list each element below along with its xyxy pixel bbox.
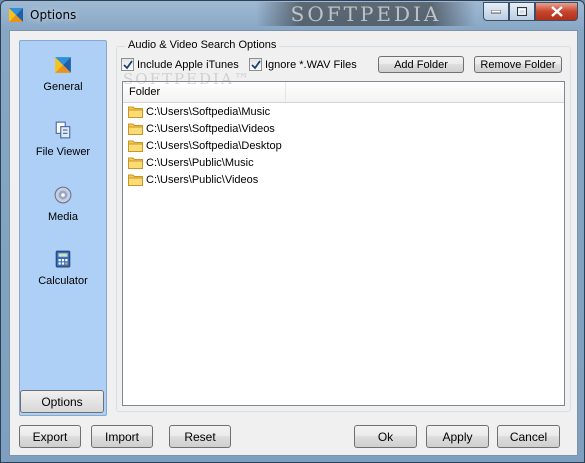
include-itunes-label: Include Apple iTunes bbox=[137, 58, 239, 71]
general-icon bbox=[55, 57, 71, 73]
checkmark-icon bbox=[123, 60, 133, 70]
folder-icon bbox=[128, 174, 143, 186]
add-folder-button[interactable]: Add Folder bbox=[378, 56, 464, 73]
client-area: General File Viewer Media Calculator Opt… bbox=[9, 30, 578, 456]
folder-icon bbox=[128, 123, 143, 135]
list-item[interactable]: C:\Users\Public\Music bbox=[123, 154, 564, 171]
list-item[interactable]: C:\Users\Softpedia\Videos bbox=[123, 120, 564, 137]
maximize-button[interactable] bbox=[509, 2, 535, 21]
apply-button[interactable]: Apply bbox=[426, 425, 489, 448]
maximize-icon bbox=[517, 7, 527, 16]
list-rows: C:\Users\Softpedia\Music C:\Users\Softped… bbox=[123, 103, 564, 188]
close-icon bbox=[550, 6, 563, 17]
file-viewer-icon bbox=[55, 121, 71, 139]
ok-button[interactable]: Ok bbox=[354, 425, 417, 448]
caption-buttons bbox=[483, 2, 578, 21]
sidebar-item-file-viewer[interactable]: File Viewer bbox=[20, 121, 106, 158]
list-item[interactable]: C:\Users\Softpedia\Music bbox=[123, 103, 564, 120]
sidebar-item-general[interactable]: General bbox=[20, 56, 106, 93]
window-title: Options bbox=[30, 8, 77, 22]
title-bar[interactable]: Options SOFTPEDIA bbox=[1, 1, 584, 29]
minimize-icon bbox=[491, 9, 501, 13]
list-item-path: C:\Users\Public\Videos bbox=[146, 173, 259, 186]
minimize-button[interactable] bbox=[483, 2, 509, 21]
list-item-path: C:\Users\Softpedia\Videos bbox=[146, 122, 275, 135]
folder-icon bbox=[128, 140, 143, 152]
sidebar-item-calculator[interactable]: Calculator bbox=[20, 250, 106, 287]
options-window: Options SOFTPEDIA General File Viewer Me… bbox=[0, 0, 585, 463]
folder-list[interactable]: Folder C:\Users\Softpedia\Music C:\Users\… bbox=[122, 81, 565, 406]
close-button[interactable] bbox=[535, 2, 578, 21]
list-item[interactable]: C:\Users\Public\Videos bbox=[123, 171, 564, 188]
media-icon bbox=[54, 186, 72, 204]
list-item-path: C:\Users\Public\Music bbox=[146, 156, 254, 169]
sidebar-item-media[interactable]: Media bbox=[20, 186, 106, 223]
list-watermark: SOFTPEDIA™ bbox=[123, 70, 251, 88]
sidebar: General File Viewer Media Calculator bbox=[19, 40, 107, 416]
ignore-wav-label: Ignore *.WAV Files bbox=[265, 58, 357, 71]
sidebar-item-label: Media bbox=[48, 211, 78, 223]
folder-icon bbox=[128, 157, 143, 169]
group-title: Audio & Video Search Options bbox=[125, 39, 280, 51]
remove-folder-button[interactable]: Remove Folder bbox=[474, 56, 562, 73]
list-item-path: C:\Users\Softpedia\Desktop bbox=[146, 139, 282, 152]
sidebar-item-label: File Viewer bbox=[35, 146, 91, 158]
app-icon bbox=[9, 8, 23, 22]
ignore-wav-checkbox[interactable]: Ignore *.WAV Files bbox=[249, 58, 357, 71]
sidebar-item-label: General bbox=[43, 81, 83, 93]
calculator-icon bbox=[55, 250, 71, 268]
list-item[interactable]: C:\Users\Softpedia\Desktop bbox=[123, 137, 564, 154]
reset-button[interactable]: Reset bbox=[169, 425, 231, 448]
cancel-button[interactable]: Cancel bbox=[497, 425, 560, 448]
folder-icon bbox=[128, 106, 143, 118]
checkmark-icon bbox=[251, 60, 261, 70]
export-button[interactable]: Export bbox=[19, 425, 81, 448]
list-item-path: C:\Users\Softpedia\Music bbox=[146, 105, 271, 118]
softpedia-watermark: SOFTPEDIA bbox=[256, 2, 476, 26]
import-button[interactable]: Import bbox=[91, 425, 153, 448]
checkbox-box[interactable] bbox=[249, 58, 262, 71]
sidebar-item-label: Calculator bbox=[38, 275, 88, 287]
options-nav-button[interactable]: Options bbox=[20, 390, 104, 413]
